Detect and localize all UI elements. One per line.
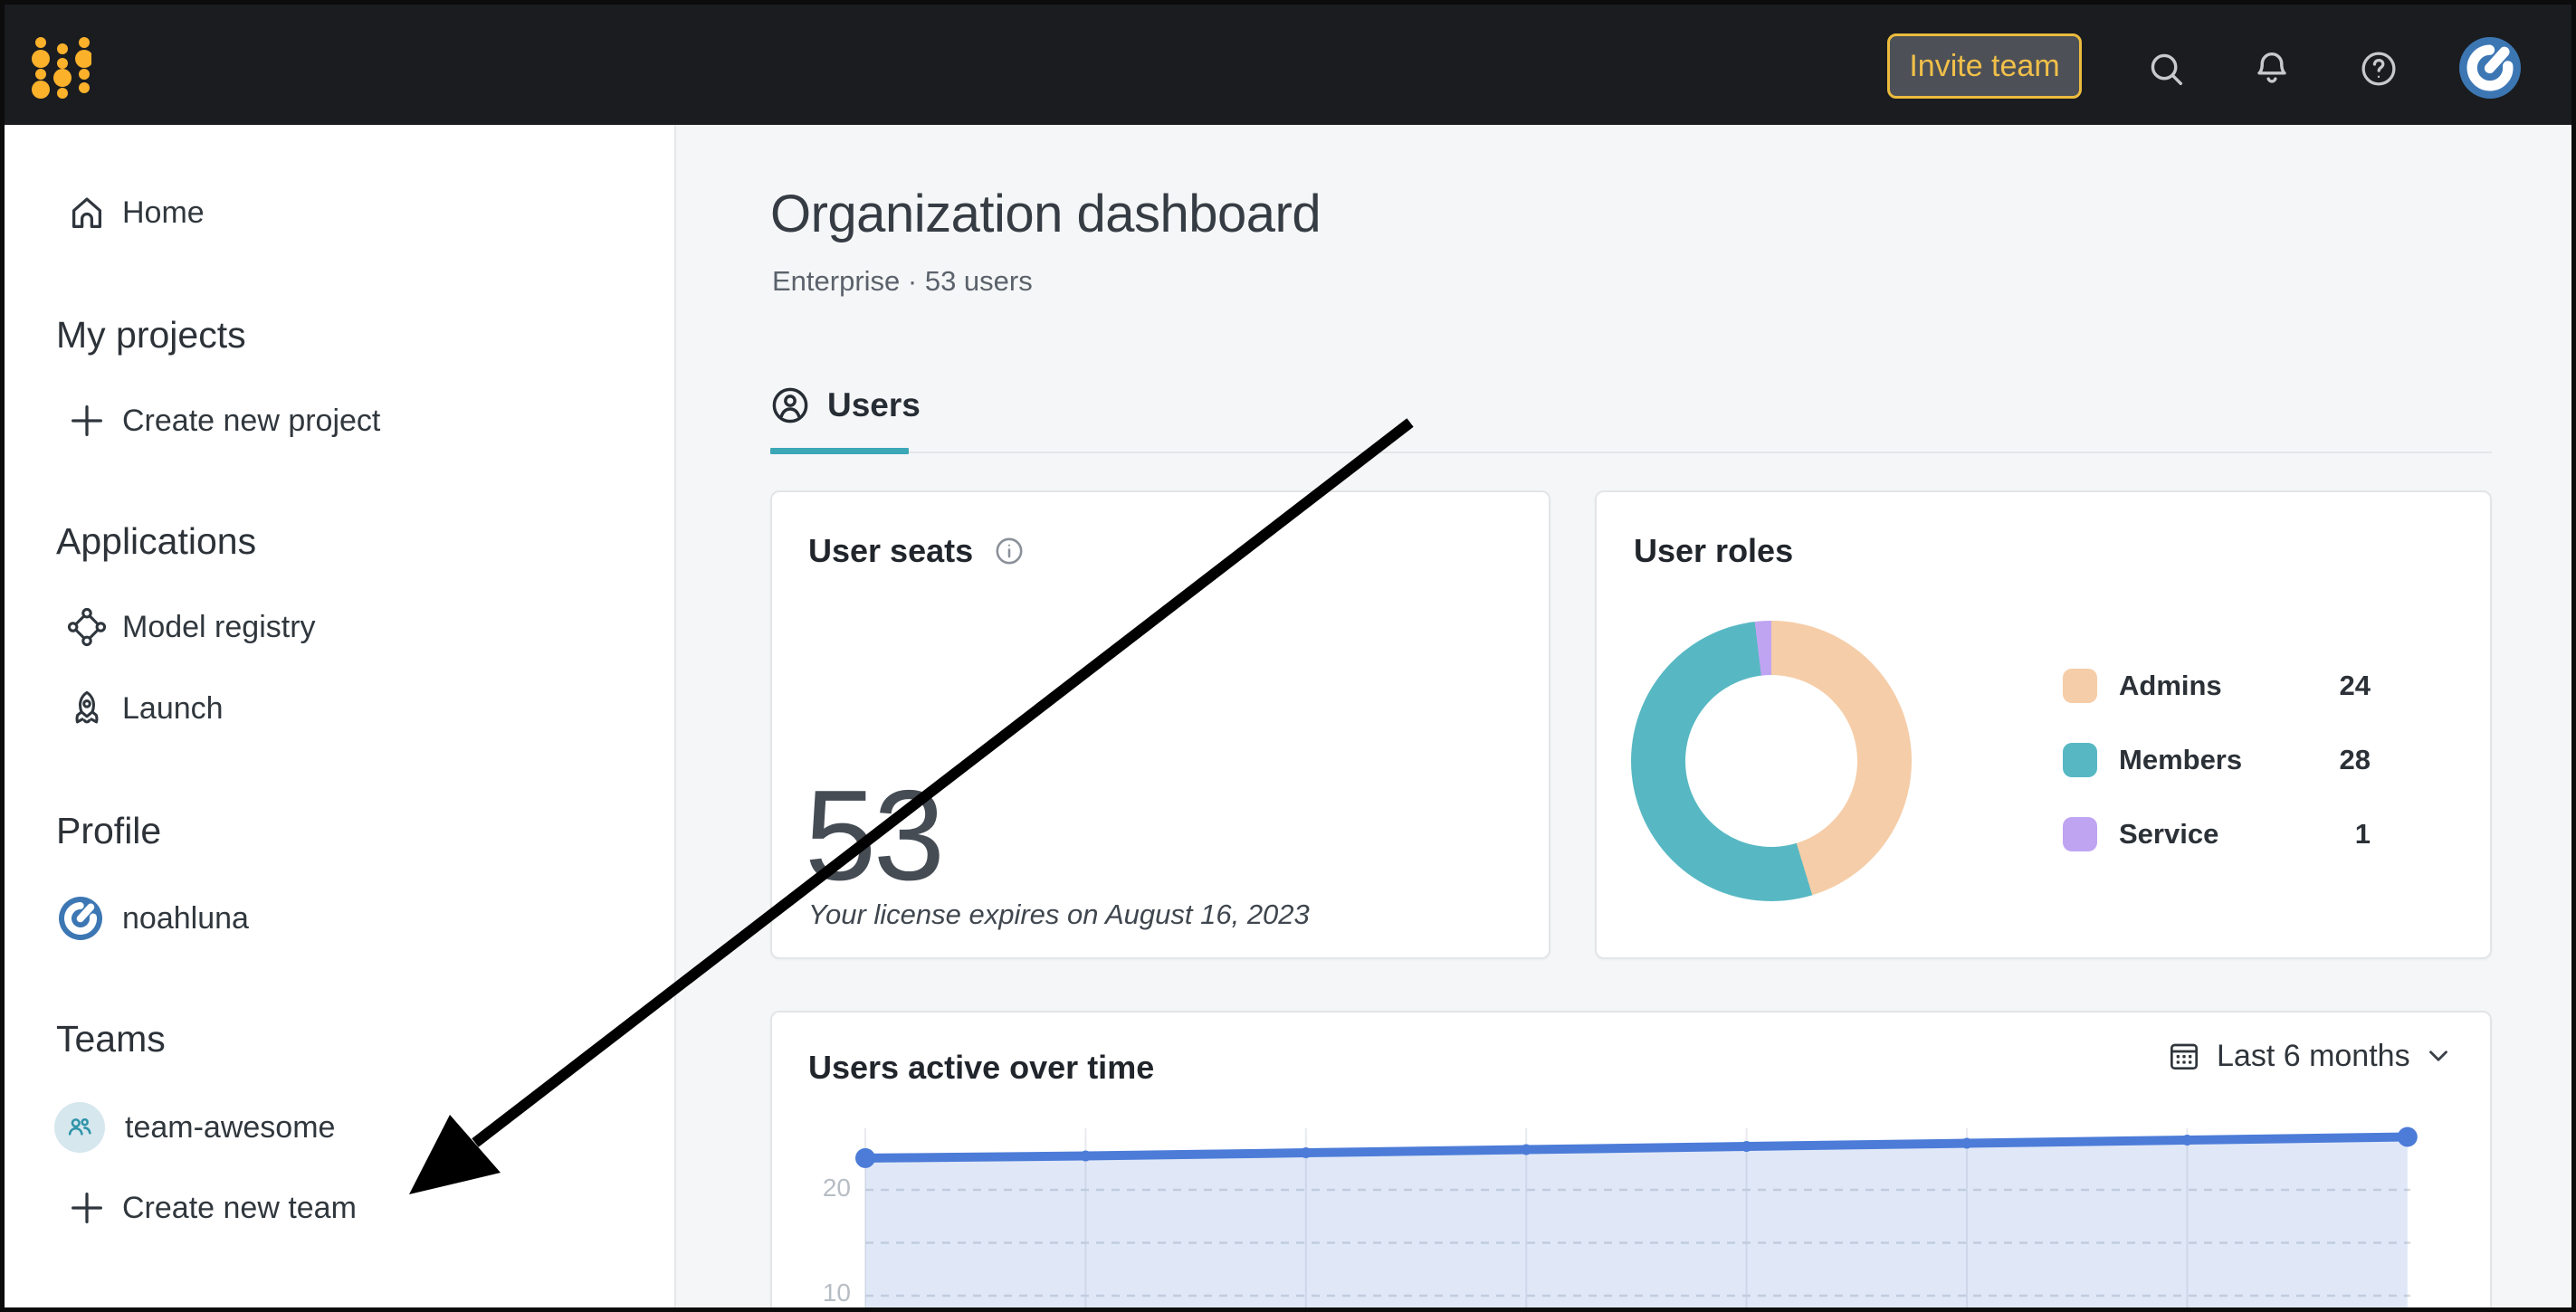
sidebar-item-label: Model registry [122, 610, 316, 645]
user-roles-donut-chart [1631, 621, 1912, 901]
left-sidebar: Home My projects Create new project Appl… [5, 125, 676, 1312]
legend-label: Members [2119, 744, 2242, 776]
legend-label: Service [2119, 818, 2218, 851]
home-icon [66, 192, 108, 233]
tab-divider [770, 452, 2492, 453]
sidebar-item-create-new-project[interactable]: Create new project [5, 388, 676, 453]
model-registry-icon [66, 606, 108, 648]
plus-icon [66, 1187, 108, 1229]
sidebar-item-launch[interactable]: Launch [5, 676, 676, 741]
active-tab-indicator [770, 448, 909, 454]
donut-hole [1685, 675, 1857, 847]
user-seats-count: 53 [805, 772, 942, 900]
sidebar-item-label: Create new team [122, 1191, 357, 1226]
legend-value: 24 [2340, 670, 2371, 702]
user-avatar-icon [59, 897, 102, 940]
help-icon[interactable] [2358, 48, 2399, 90]
tab-label: Users [827, 386, 921, 424]
users-tab-icon [769, 385, 811, 426]
legend-value: 28 [2340, 744, 2371, 776]
app-window: Invite team [0, 0, 2576, 1312]
chevron-down-icon [2423, 1041, 2454, 1071]
date-range-label: Last 6 months [2217, 1039, 2410, 1074]
legend-row: Service 1 [2063, 809, 2371, 860]
top-navigation-bar: Invite team [5, 5, 2571, 125]
info-icon[interactable] [993, 535, 1026, 567]
page-subtitle: Enterprise · 53 users [772, 265, 1033, 298]
legend-swatch-admins [2063, 669, 2097, 703]
legend-row: Members 28 [2063, 735, 2371, 785]
sidebar-item-team-awesome[interactable]: team-awesome [5, 1095, 676, 1160]
wandb-logo-icon[interactable] [32, 35, 91, 99]
sidebar-item-label: team-awesome [125, 1110, 335, 1146]
legend-label: Admins [2119, 670, 2222, 702]
invite-team-button[interactable]: Invite team [1887, 33, 2082, 99]
notifications-bell-icon[interactable] [2251, 48, 2293, 90]
rocket-icon [66, 688, 108, 729]
legend-row: Admins 24 [2063, 661, 2371, 711]
date-range-dropdown[interactable]: Last 6 months [2166, 1038, 2454, 1074]
sidebar-item-label: noahluna [122, 901, 249, 936]
legend-swatch-members [2063, 743, 2097, 777]
sidebar-item-label: Home [122, 195, 205, 231]
sidebar-item-label: Create new project [122, 404, 380, 439]
sidebar-section-my-projects: My projects [56, 314, 246, 357]
team-people-icon [54, 1102, 105, 1153]
legend-swatch-service [2063, 817, 2097, 851]
legend-value: 1 [2355, 818, 2371, 851]
card-title: User roles [1634, 532, 1793, 570]
page-title: Organization dashboard [770, 184, 1321, 244]
plus-icon [66, 400, 108, 442]
y-axis-tick-10: 10 [797, 1279, 851, 1307]
calendar-icon [2166, 1038, 2202, 1074]
card-title: User seats [808, 532, 973, 570]
sidebar-item-home[interactable]: Home [5, 180, 676, 245]
y-axis-tick-20: 20 [797, 1174, 851, 1203]
sidebar-item-create-new-team[interactable]: Create new team [5, 1175, 676, 1241]
search-icon[interactable] [2145, 48, 2187, 90]
sidebar-section-profile: Profile [56, 810, 161, 852]
sidebar-item-label: Launch [122, 691, 224, 727]
license-expiry-note: Your license expires on August 16, 2023 [808, 898, 1310, 931]
account-avatar[interactable] [2459, 37, 2521, 99]
sidebar-section-teams: Teams [56, 1018, 166, 1060]
sidebar-section-applications: Applications [56, 520, 256, 563]
sidebar-item-model-registry[interactable]: Model registry [5, 594, 676, 660]
sidebar-item-profile-user[interactable]: noahluna [5, 886, 676, 951]
tab-users[interactable]: Users [769, 385, 921, 426]
